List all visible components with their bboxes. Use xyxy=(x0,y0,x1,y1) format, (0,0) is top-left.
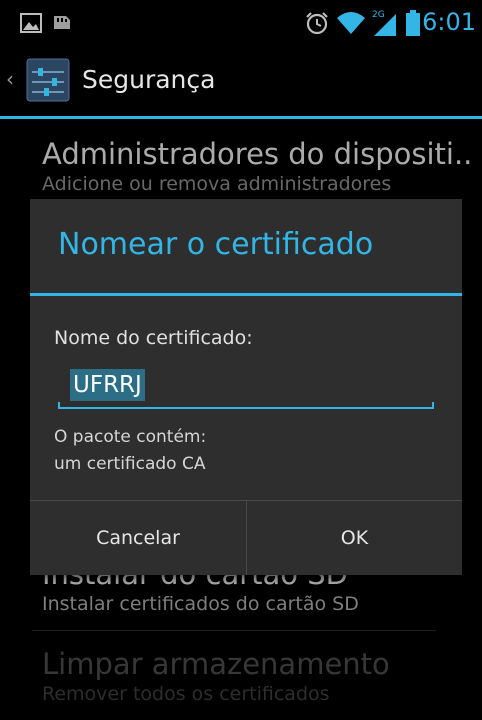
input-underline xyxy=(58,407,434,409)
name-certificate-dialog: Nomear o certificado Nome do certificado… xyxy=(30,199,462,575)
back-chevron-icon[interactable]: ‹ xyxy=(6,68,14,90)
status-bar: 2G 16:01 xyxy=(0,0,482,44)
action-bar[interactable]: ‹ Segurança xyxy=(0,44,482,116)
dialog-title: Nomear o certificado xyxy=(58,227,374,262)
alarm-icon xyxy=(304,10,330,40)
package-info: O pacote contém: um certificado CA xyxy=(54,424,206,478)
status-time: 16:01 xyxy=(406,8,476,36)
input-underline-right-tick xyxy=(432,402,434,409)
package-info-line-1: O pacote contém: xyxy=(54,427,207,447)
settings-icon[interactable] xyxy=(26,58,70,102)
cancel-button[interactable]: Cancelar xyxy=(30,501,246,575)
certificate-name-label: Nome do certificado: xyxy=(54,327,253,349)
ok-button[interactable]: OK xyxy=(247,501,462,575)
certificate-name-input[interactable]: UFRRJ xyxy=(58,363,434,409)
network-type-label: 2G xyxy=(372,10,385,20)
signal-icon: 2G xyxy=(370,8,400,42)
image-notification-icon xyxy=(20,13,42,37)
screen: 2G 16:01 ‹ Segurança Administradores do … xyxy=(0,0,482,720)
action-bar-title: Segurança xyxy=(82,65,216,94)
certificate-name-value[interactable]: UFRRJ xyxy=(70,369,145,401)
wifi-icon xyxy=(336,10,366,40)
sd-card-icon xyxy=(52,13,72,35)
dialog-title-divider xyxy=(30,293,462,296)
input-underline-left-tick xyxy=(58,402,60,409)
package-info-line-2: um certificado CA xyxy=(54,454,206,474)
